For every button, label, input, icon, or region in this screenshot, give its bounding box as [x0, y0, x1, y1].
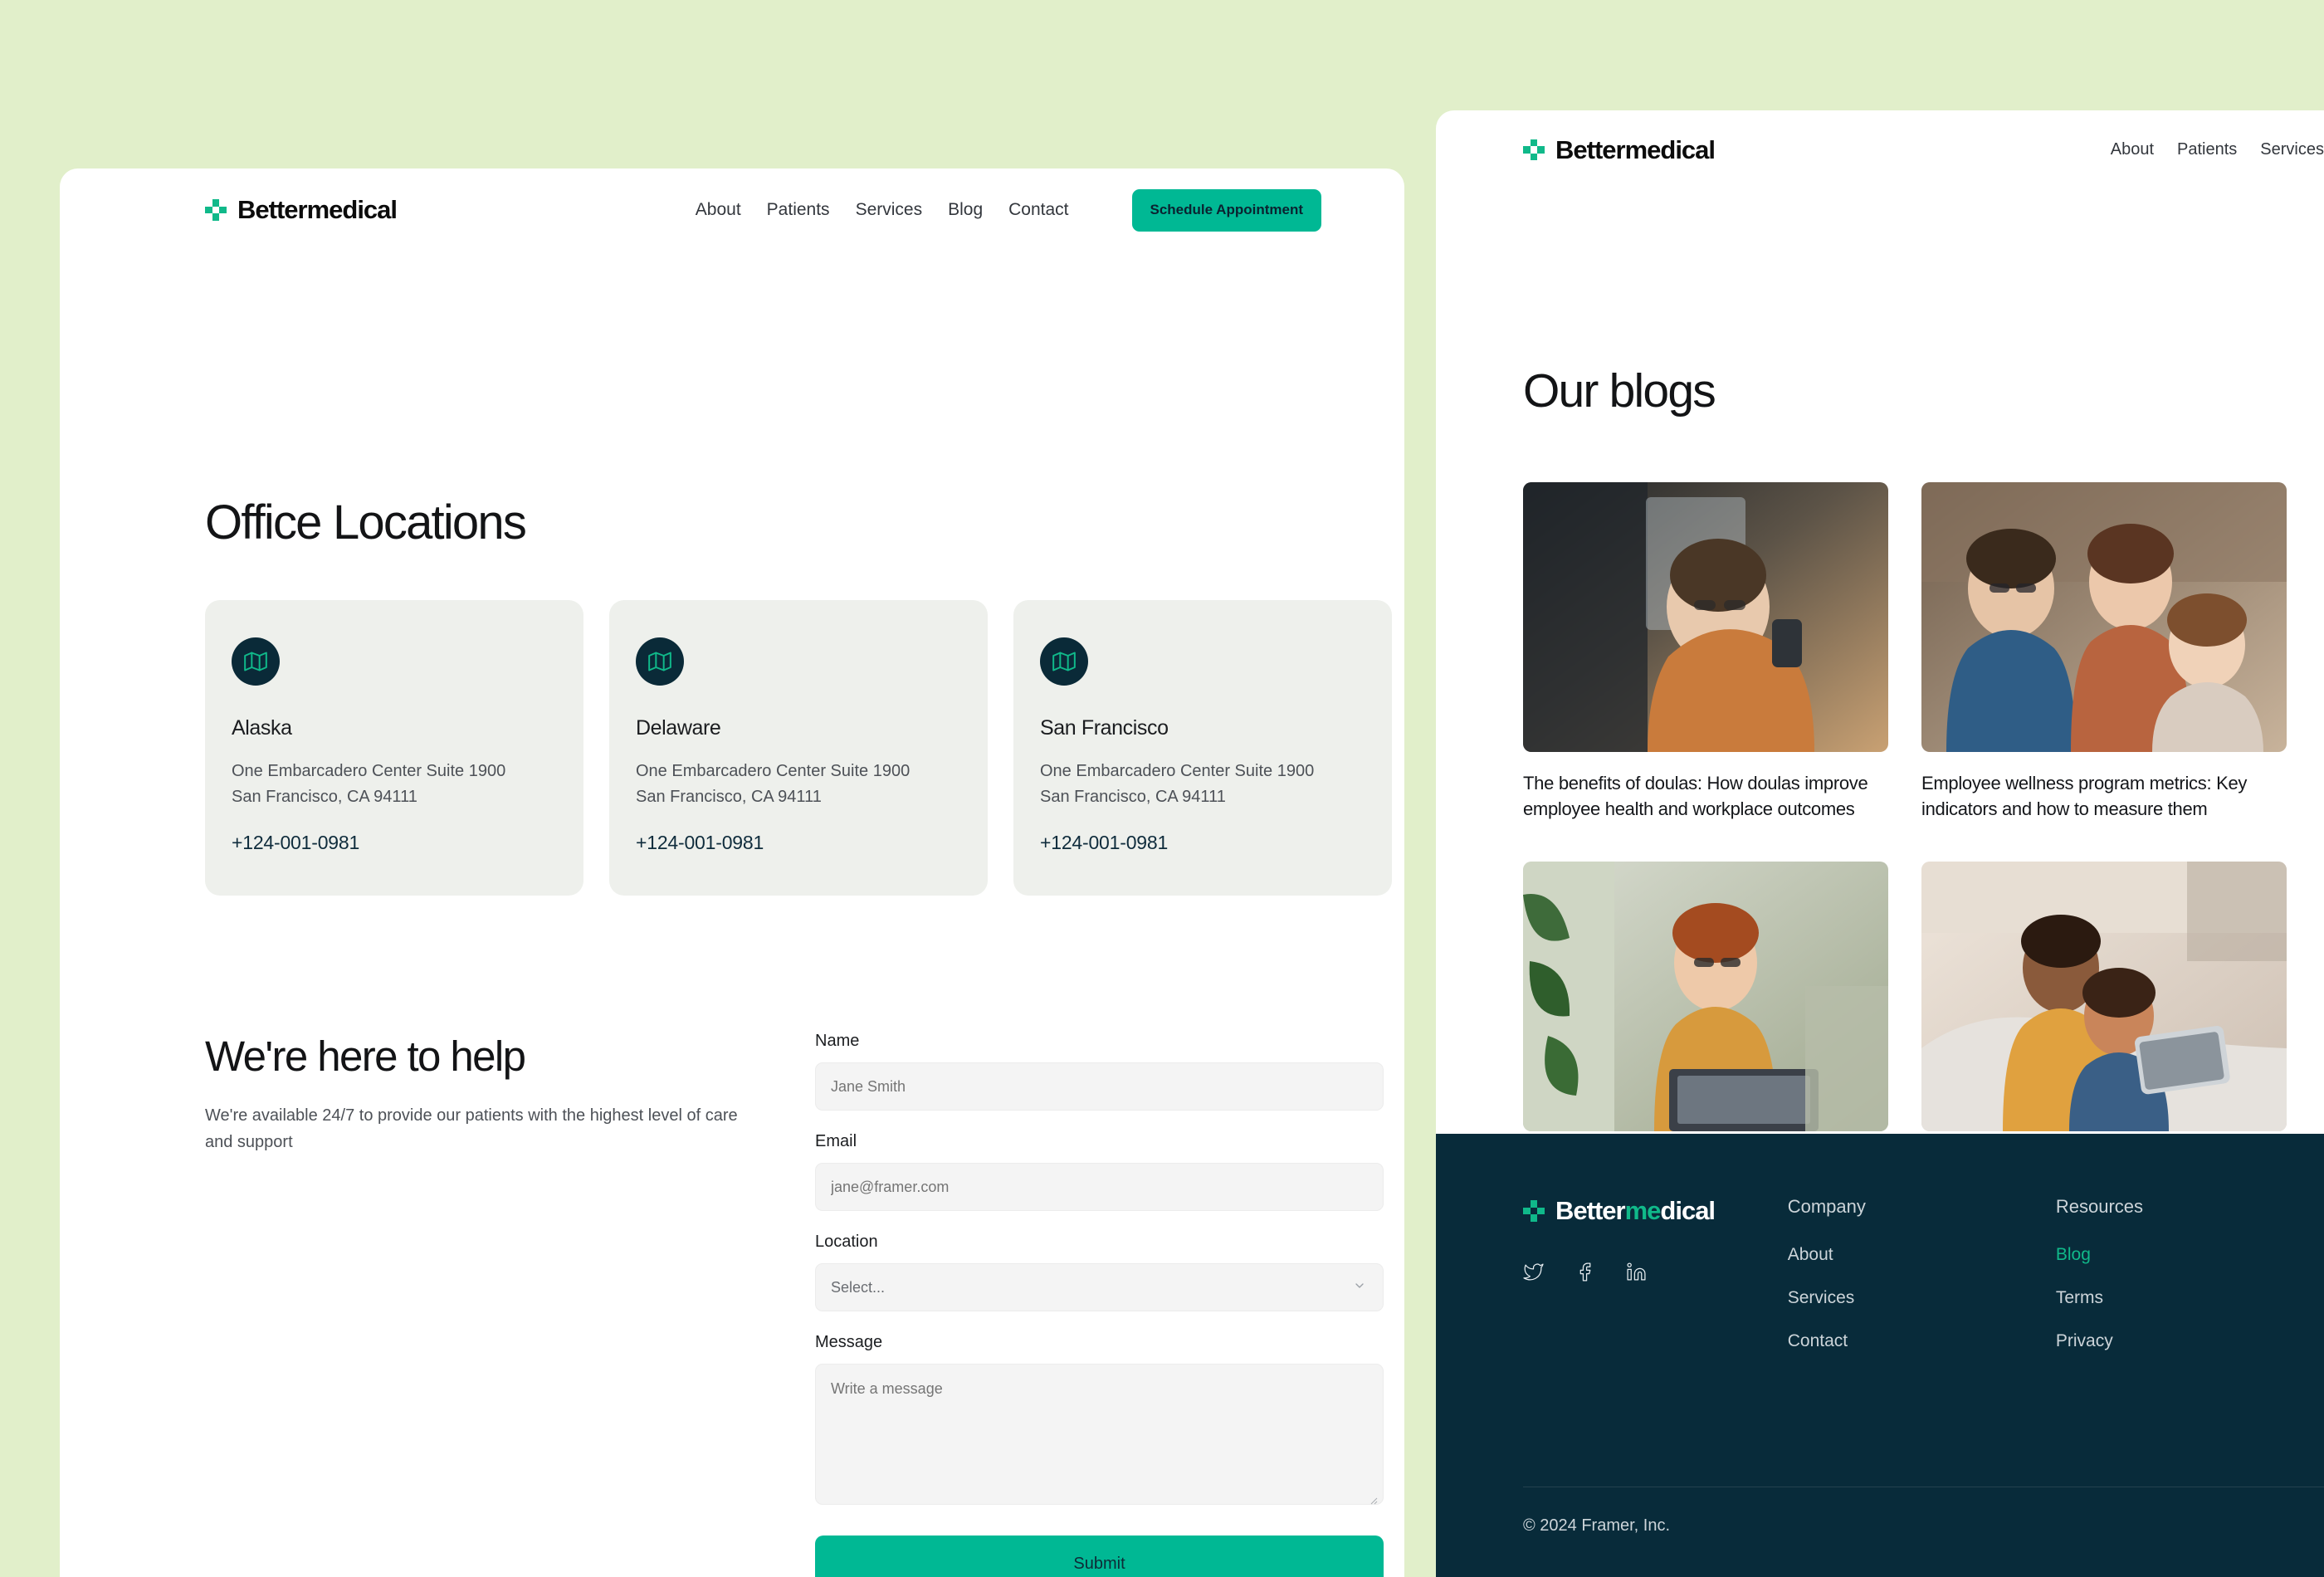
location-name: San Francisco [1040, 716, 1169, 740]
footer-link-terms[interactable]: Terms [2056, 1288, 2324, 1308]
name-label: Name [815, 1032, 860, 1050]
footer-link-services[interactable]: Services [1788, 1288, 2056, 1308]
blog-card[interactable]: Employee wellness program metrics: Key i… [1921, 482, 2287, 822]
location-address: One Embarcadero Center Suite 1900 San Fr… [636, 759, 961, 810]
site-footer: Bettermedical Company About Services Con… [1436, 1134, 2324, 1577]
brand-name: Bettermedical [1555, 134, 1716, 164]
submit-button[interactable]: Submit [815, 1536, 1384, 1577]
chevron-down-icon [1353, 1264, 1366, 1311]
location-address: One Embarcadero Center Suite 1900 San Fr… [1040, 759, 1365, 810]
location-phone[interactable]: +124-001-0981 [232, 832, 557, 854]
address-line-1: One Embarcadero Center Suite 1900 [232, 762, 506, 780]
contact-form: Name Email Location Select... Message [815, 1032, 1384, 1577]
medical-cross-icon [205, 199, 227, 221]
location-card[interactable]: Delaware One Embarcadero Center Suite 19… [609, 600, 988, 896]
address-line-2: San Francisco, CA 94111 [232, 788, 417, 806]
contact-page-header: Bettermedical About Patients Services Bl… [60, 168, 1404, 251]
message-textarea[interactable] [815, 1364, 1384, 1505]
email-label: Email [815, 1132, 857, 1150]
name-input[interactable] [815, 1062, 1384, 1111]
footer-link-contact[interactable]: Contact [1788, 1331, 2056, 1351]
nav-item-patients[interactable]: Patients [2177, 140, 2237, 159]
footer-brand: Bettermedical [1523, 1196, 1788, 1374]
brand-name-accent: me [1624, 1196, 1662, 1225]
blog-thumbnail [1921, 482, 2287, 752]
nav-item-blog[interactable]: Blog [948, 200, 983, 220]
nav-item-about[interactable]: About [2111, 140, 2154, 159]
blog-page-header: Bettermedical About Patients Services [1436, 110, 2324, 189]
facebook-icon[interactable] [1575, 1262, 1595, 1286]
location-select[interactable]: Select... [815, 1263, 1384, 1311]
address-line-1: One Embarcadero Center Suite 1900 [636, 762, 911, 780]
location-card[interactable]: Alaska One Embarcadero Center Suite 1900… [205, 600, 583, 896]
footer-column-company: Company About Services Contact [1788, 1196, 2056, 1374]
location-phone[interactable]: +124-001-0981 [636, 832, 961, 854]
brand-name: Bettermedical [237, 195, 398, 224]
brand-name-suffix: dical [1660, 1196, 1716, 1225]
medical-cross-icon [1523, 1200, 1545, 1222]
blog-title: Employee wellness program metrics: Key i… [1921, 773, 2248, 820]
map-icon [636, 637, 684, 686]
blog-card[interactable]: The benefits of doulas: How doulas impro… [1523, 482, 1888, 822]
footer-brand-name: Bettermedical [1555, 1196, 1716, 1226]
contact-page-card: Bettermedical About Patients Services Bl… [60, 168, 1404, 1577]
footer-copyright: © 2024 Framer, Inc. [1523, 1516, 1671, 1535]
email-input[interactable] [815, 1163, 1384, 1211]
location-select-value: Select... [831, 1279, 886, 1296]
main-navigation: About Patients Services Blog Contact Sch… [696, 188, 1321, 232]
location-name: Alaska [232, 716, 292, 740]
footer-columns: Bettermedical Company About Services Con… [1523, 1196, 2324, 1374]
page-title: Office Locations [205, 496, 527, 549]
location-card[interactable]: San Francisco One Embarcadero Center Sui… [1013, 600, 1392, 896]
blog-thumbnail [1523, 862, 1888, 1132]
brand-name-prefix: Better [1555, 1196, 1626, 1225]
help-section: We're here to help We're available 24/7 … [205, 1032, 778, 1155]
message-field-group: Message [815, 1333, 1384, 1509]
footer-link-about[interactable]: About [1788, 1245, 2056, 1265]
social-links [1523, 1262, 1788, 1286]
location-phone[interactable]: +124-001-0981 [1040, 832, 1365, 854]
name-field-group: Name [815, 1032, 1384, 1111]
footer-link-privacy[interactable]: Privacy [2056, 1331, 2324, 1351]
footer-column-heading: Company [1787, 1196, 1866, 1217]
location-label: Location [815, 1233, 878, 1251]
address-line-2: San Francisco, CA 94111 [1040, 788, 1226, 806]
blog-thumbnail [1921, 862, 2287, 1132]
footer-logo[interactable]: Bettermedical [1523, 1196, 1788, 1226]
brand-logo[interactable]: Bettermedical [205, 195, 398, 225]
nav-item-contact[interactable]: Contact [1008, 200, 1068, 220]
email-field-group: Email [815, 1132, 1384, 1211]
linkedin-icon[interactable] [1626, 1262, 1647, 1286]
twitter-icon[interactable] [1523, 1262, 1544, 1286]
footer-column-resources: Resources Blog Terms Privacy [2056, 1196, 2324, 1374]
location-address: One Embarcadero Center Suite 1900 San Fr… [232, 759, 557, 810]
address-line-2: San Francisco, CA 94111 [636, 788, 822, 806]
map-icon [232, 637, 280, 686]
office-locations-grid: Alaska One Embarcadero Center Suite 1900… [205, 600, 1392, 896]
nav-item-patients[interactable]: Patients [767, 200, 830, 220]
nav-item-services[interactable]: Services [856, 200, 923, 220]
message-label: Message [815, 1333, 883, 1351]
help-subtitle: We're available 24/7 to provide our pati… [205, 1106, 738, 1151]
blog-title: The benefits of doulas: How doulas impro… [1523, 773, 1868, 820]
blog-page-navigation: About Patients Services [2111, 140, 2324, 159]
nav-item-about[interactable]: About [696, 200, 741, 220]
blog-page-panel: Bettermedical About Patients Services Ou… [1436, 110, 2324, 1577]
location-field-group: Location Select... [815, 1233, 1384, 1311]
blog-grid: The benefits of doulas: How doulas impro… [1523, 482, 2287, 1202]
blog-thumbnail [1523, 482, 1888, 752]
schedule-appointment-button[interactable]: Schedule Appointment [1131, 188, 1321, 232]
blogs-title: Our blogs [1523, 364, 1716, 417]
map-icon [1040, 637, 1088, 686]
medical-cross-icon [1523, 139, 1545, 161]
location-name: Delaware [636, 716, 721, 740]
help-title: We're here to help [205, 1033, 526, 1080]
address-line-1: One Embarcadero Center Suite 1900 [1040, 762, 1315, 780]
footer-link-blog[interactable]: Blog [2056, 1245, 2324, 1265]
footer-column-heading: Resources [2055, 1196, 2144, 1217]
nav-item-services[interactable]: Services [2260, 140, 2324, 159]
brand-logo[interactable]: Bettermedical [1523, 134, 1716, 165]
